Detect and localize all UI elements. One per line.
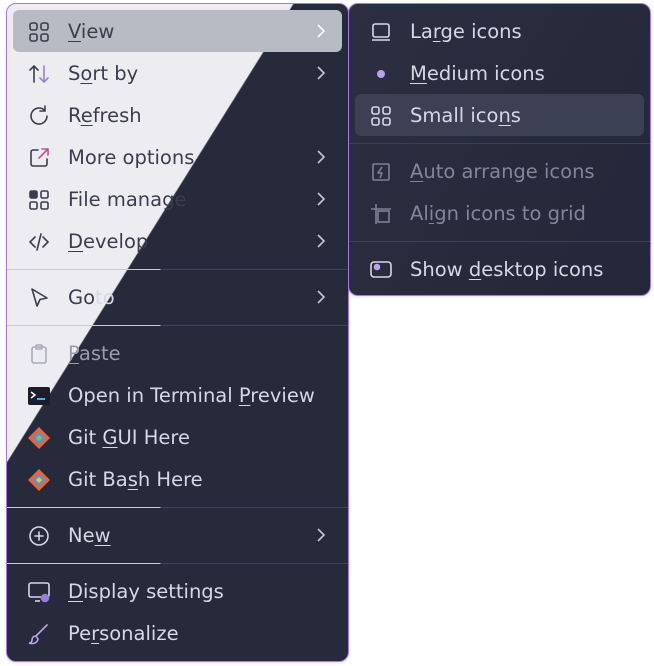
- chevron-right-icon: [312, 148, 330, 166]
- plus-circle-icon: [27, 524, 51, 548]
- auto-arrange-icon: [369, 160, 393, 184]
- menu-item-label: Git Bash Here: [68, 468, 203, 491]
- brush-icon: [27, 622, 51, 646]
- menu-item-more-options[interactable]: More options: [13, 136, 342, 178]
- desktop-icon: [369, 258, 393, 282]
- grid-icon: [27, 20, 51, 44]
- submenu-item-label: Show desktop icons: [410, 258, 604, 281]
- menu-item-label: Refresh: [68, 104, 142, 127]
- menu-item-label: Sort by: [68, 62, 139, 85]
- menu-item-label: New: [68, 524, 111, 547]
- menu-item-label: Goto: [68, 286, 115, 309]
- context-menu: View Sort by Refresh More options File m…: [6, 3, 349, 662]
- menu-item-label: Open in Terminal Preview: [68, 384, 315, 407]
- submenu-item-auto-arrange[interactable]: Auto arrange icons: [355, 150, 644, 192]
- menu-item-paste[interactable]: Paste: [13, 332, 342, 374]
- menu-item-personalize[interactable]: Personalize: [13, 612, 342, 654]
- chevron-right-icon: [312, 190, 330, 208]
- submenu-item-large-icons[interactable]: Large icons: [355, 10, 644, 52]
- git-icon: [27, 426, 51, 450]
- menu-item-develop[interactable]: Develop: [13, 220, 342, 262]
- menu-item-label: Git GUI Here: [68, 426, 190, 449]
- menu-item-new[interactable]: New: [13, 514, 342, 556]
- menu-item-label: Personalize: [68, 622, 179, 645]
- chevron-right-icon: [312, 64, 330, 82]
- menu-item-label: Develop: [68, 230, 149, 253]
- menu-separator: [7, 269, 348, 270]
- submenu-item-show-desktop-icons[interactable]: Show desktop icons: [355, 248, 644, 290]
- menu-separator: [349, 143, 650, 144]
- menu-item-label: File manage: [68, 188, 187, 211]
- large-icons-icon: [369, 20, 393, 44]
- chevron-right-icon: [312, 232, 330, 250]
- menu-item-git-bash[interactable]: Git Bash Here: [13, 458, 342, 500]
- chevron-right-icon: [312, 288, 330, 306]
- menu-item-git-gui[interactable]: Git GUI Here: [13, 416, 342, 458]
- menu-item-label: View: [68, 20, 115, 43]
- apps-icon: [27, 188, 51, 212]
- code-icon: [27, 230, 51, 254]
- view-submenu: Large icons Medium icons Small icons Aut…: [348, 3, 651, 296]
- menu-item-label: Paste: [68, 342, 121, 365]
- menu-item-refresh[interactable]: Refresh: [13, 94, 342, 136]
- refresh-icon: [27, 104, 51, 128]
- submenu-item-align-grid[interactable]: Align icons to grid: [355, 192, 644, 234]
- menu-separator: [7, 563, 348, 564]
- menu-item-display-settings[interactable]: Display settings: [13, 570, 342, 612]
- menu-item-label: More options: [68, 146, 195, 169]
- submenu-item-label: Small icons: [410, 104, 521, 127]
- chevron-right-icon: [312, 22, 330, 40]
- chevron-right-icon: [312, 526, 330, 544]
- align-grid-icon: [369, 202, 393, 226]
- submenu-item-label: Auto arrange icons: [410, 160, 595, 183]
- menu-item-goto[interactable]: Goto: [13, 276, 342, 318]
- submenu-item-label: Medium icons: [410, 62, 545, 85]
- menu-separator: [7, 325, 348, 326]
- submenu-item-label: Align icons to grid: [410, 202, 586, 225]
- menu-item-label: Display settings: [68, 580, 224, 603]
- menu-item-open-in-terminal[interactable]: Open in Terminal Preview: [13, 374, 342, 416]
- menu-separator: [349, 241, 650, 242]
- small-icons-icon: [369, 104, 393, 128]
- share-box-icon: [27, 146, 51, 170]
- menu-item-view[interactable]: View: [13, 10, 342, 52]
- menu-item-sort-by[interactable]: Sort by: [13, 52, 342, 94]
- bullet-icon: [369, 62, 393, 86]
- terminal-icon: [27, 384, 51, 408]
- cursor-icon: [27, 286, 51, 310]
- git-icon: [27, 468, 51, 492]
- clipboard-icon: [27, 342, 51, 366]
- submenu-item-medium-icons[interactable]: Medium icons: [355, 52, 644, 94]
- menu-separator: [7, 507, 348, 508]
- display-settings-icon: [27, 580, 51, 604]
- sort-icon: [27, 62, 51, 86]
- submenu-item-small-icons[interactable]: Small icons: [355, 94, 644, 136]
- menu-item-file-manage[interactable]: File manage: [13, 178, 342, 220]
- submenu-item-label: Large icons: [410, 20, 522, 43]
